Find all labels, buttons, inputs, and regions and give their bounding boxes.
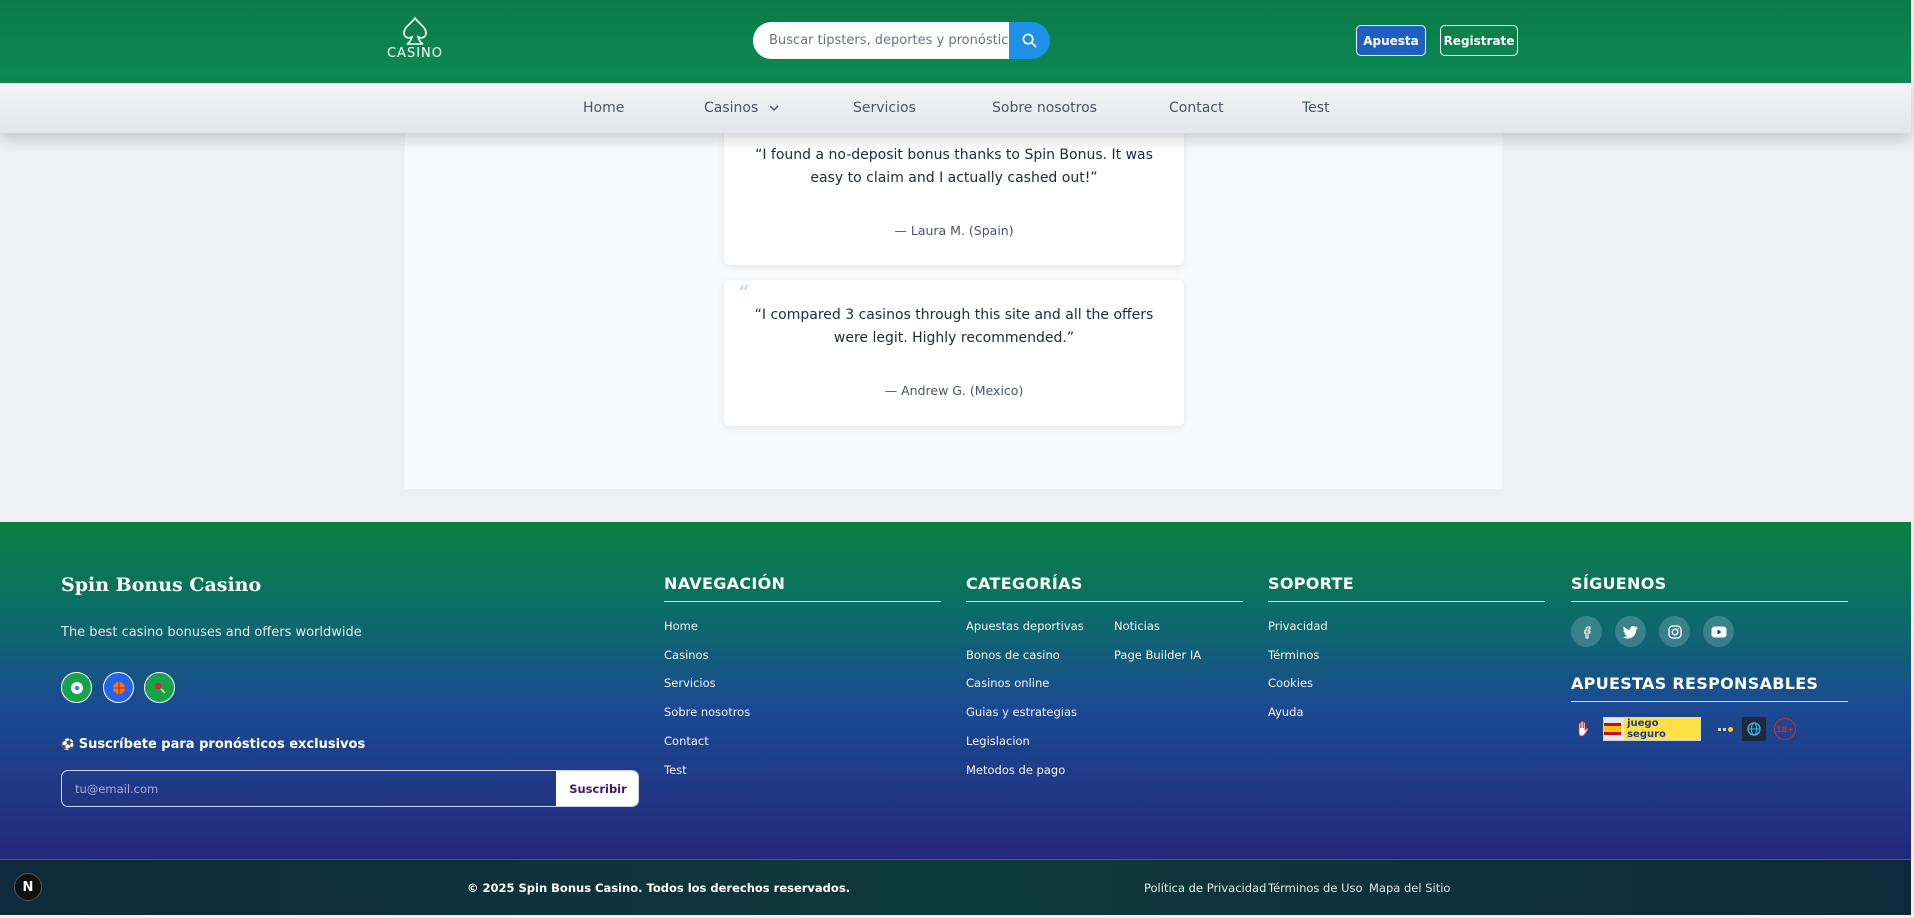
- footer-link-privacidad[interactable]: Privacidad: [1268, 619, 1328, 633]
- divider: [1571, 601, 1848, 602]
- footer-link-servicios[interactable]: Servicios: [664, 676, 716, 690]
- subscribe-label-text: Suscríbete para pronósticos exclusivos: [78, 737, 366, 752]
- basketball-ball-icon: [112, 681, 125, 694]
- nav-item-test[interactable]: Test: [1302, 100, 1330, 116]
- soccer-ball-icon: ⚽: [61, 738, 75, 751]
- divider: [1268, 601, 1545, 602]
- divider: [966, 601, 1243, 602]
- siguenos-title: SÍGUENOS: [1571, 574, 1667, 593]
- nav-item-contact[interactable]: Contact: [1169, 100, 1223, 116]
- search-button[interactable]: [1009, 22, 1050, 59]
- soccer-icon[interactable]: [61, 672, 92, 703]
- footer-link-noticias[interactable]: Noticias: [1114, 619, 1160, 633]
- twitter-glyph: [1622, 625, 1638, 638]
- spade-icon: [403, 16, 427, 45]
- privacy-policy-link[interactable]: Política de Privacidad: [1144, 881, 1266, 895]
- copyright-text: © 2025 Spin Bonus Casino. Todos los dere…: [467, 881, 851, 895]
- footer-link-home[interactable]: Home: [664, 619, 698, 633]
- footer-link-apuestas-deportivas[interactable]: Apuestas deportivas: [966, 619, 1084, 633]
- hand-glyph: [1578, 720, 1589, 737]
- youtube-icon[interactable]: [1703, 616, 1734, 647]
- divider: [1571, 701, 1848, 702]
- nav-item-home[interactable]: Home: [583, 100, 624, 116]
- basketball-icon[interactable]: [103, 672, 134, 703]
- footer-link-ayuda[interactable]: Ayuda: [1268, 705, 1304, 719]
- footer-link-page-builder-ia[interactable]: Page Builder IA: [1114, 648, 1201, 662]
- youtube-glyph: [1711, 626, 1726, 637]
- dev-tools-badge[interactable]: N: [14, 873, 42, 901]
- tennis-racket-icon: [154, 682, 166, 694]
- testimonial-card: “ “I compared 3 casinos through this sit…: [724, 280, 1184, 426]
- instagram-icon[interactable]: [1659, 616, 1690, 647]
- testimonial-author: — Laura M. (Spain): [894, 223, 1014, 238]
- footer-link-contact[interactable]: Contact: [664, 734, 709, 748]
- apuestas-responsables-title: APUESTAS RESPONSABLES: [1571, 674, 1819, 693]
- facebook-glyph: [1583, 625, 1591, 639]
- subscribe-label: ⚽ Suscríbete para pronósticos exclusivos: [61, 737, 365, 752]
- logo-text: CASINO: [386, 46, 443, 61]
- footer-link-test[interactable]: Test: [664, 763, 687, 777]
- testimonial-quote: “I compared 3 casinos through this site …: [754, 307, 1154, 346]
- apuesta-button[interactable]: Apuesta: [1356, 25, 1426, 56]
- chevron-down-icon: [769, 105, 779, 112]
- testimonial-card: “ “I found a no-deposit bonus thanks to …: [724, 120, 1184, 265]
- main-nav: Home Casinos Servicios Sobre nosotros Co…: [0, 83, 1911, 133]
- site-footer: Spin Bonus Casino The best casino bonuse…: [0, 522, 1911, 859]
- footer-link-terminos[interactable]: Términos: [1268, 648, 1319, 662]
- terms-of-use-link[interactable]: Términos de Uso: [1268, 881, 1363, 895]
- footer-link-legislacion[interactable]: Legislacion: [966, 734, 1030, 748]
- divider: [664, 601, 941, 602]
- footer-link-bonos-de-casino[interactable]: Bonos de casino: [966, 648, 1060, 662]
- juego-seguro-text: juego seguro: [1624, 718, 1700, 740]
- bottom-bar: © 2025 Spin Bonus Casino. Todos los dere…: [0, 859, 1911, 915]
- footer-link-casinos-online[interactable]: Casinos online: [966, 676, 1049, 690]
- categorias-title: CATEGORÍAS: [966, 574, 1083, 593]
- age-18-plus-icon[interactable]: 18+: [1774, 718, 1796, 740]
- age-18-text: 18+: [1776, 724, 1794, 734]
- navegacion-title: NAVEGACIÓN: [664, 574, 786, 593]
- footer-tagline: The best casino bonuses and offers world…: [61, 625, 362, 640]
- search-input[interactable]: [753, 22, 1010, 59]
- spain-flag-icon: [1604, 723, 1622, 735]
- search-icon: [1022, 33, 1037, 48]
- subscribe-form: Suscribir: [61, 770, 639, 807]
- footer-brand: Spin Bonus Casino: [61, 574, 262, 596]
- footer-link-sobre-nosotros[interactable]: Sobre nosotros: [664, 705, 750, 719]
- footer-link-metodos-de-pago[interactable]: Metodos de pago: [966, 763, 1065, 777]
- registrate-button[interactable]: Registrate: [1440, 25, 1518, 56]
- nav-item-sobre-nosotros[interactable]: Sobre nosotros: [992, 100, 1097, 116]
- casino-logo[interactable]: CASINO: [385, 16, 445, 61]
- footer-link-guias-y-estrategias[interactable]: Guias y estrategias: [966, 705, 1077, 719]
- subscribe-button[interactable]: Suscribir: [556, 771, 638, 806]
- tennis-icon[interactable]: [144, 672, 175, 703]
- nav-item-casinos[interactable]: Casinos: [704, 100, 779, 116]
- logo-dots-icon: [1712, 722, 1738, 736]
- hand-stop-icon[interactable]: [1573, 718, 1593, 740]
- search-bar: [753, 22, 1050, 59]
- soporte-title: SOPORTE: [1268, 574, 1354, 593]
- testimonial-author: — Andrew G. (Mexico): [884, 383, 1024, 398]
- nav-item-servicios[interactable]: Servicios: [853, 100, 916, 116]
- globe-glyph: [1747, 722, 1761, 736]
- soccer-ball-icon: [70, 681, 83, 694]
- juego-seguro-badge[interactable]: juego seguro: [1603, 717, 1701, 741]
- email-input[interactable]: [62, 771, 556, 806]
- nav-item-casinos-label: Casinos: [704, 100, 759, 116]
- footer-link-casinos[interactable]: Casinos: [664, 648, 709, 662]
- footer-link-cookies[interactable]: Cookies: [1268, 676, 1313, 690]
- top-header: CASINO Apuesta Registrate: [0, 0, 1911, 83]
- globe-icon[interactable]: [1742, 717, 1766, 741]
- testimonial-quote: “I found a no-deposit bonus thanks to Sp…: [755, 147, 1153, 186]
- instagram-glyph: [1667, 624, 1682, 639]
- sitemap-link[interactable]: Mapa del Sitio: [1369, 881, 1450, 895]
- facebook-icon[interactable]: [1571, 616, 1602, 647]
- twitter-icon[interactable]: [1615, 616, 1646, 647]
